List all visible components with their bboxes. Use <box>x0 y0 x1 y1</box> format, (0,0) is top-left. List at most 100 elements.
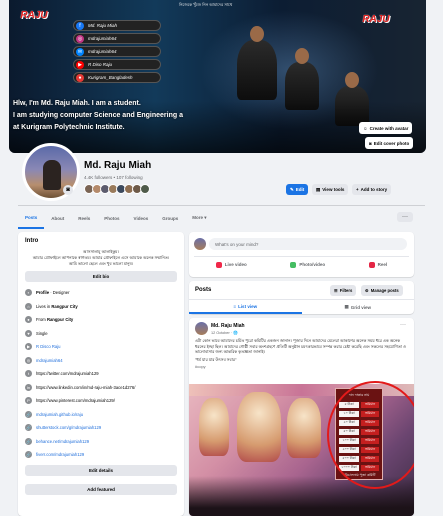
intro-detail-text: From Rangpur City <box>36 317 73 322</box>
image-idol <box>287 398 321 458</box>
grid-view-tab[interactable]: ▦ Grid view <box>302 300 415 314</box>
intro-detail-text: https://www.pinterest.com/mdrajumiah129/ <box>36 398 115 403</box>
intro-detail-item[interactable]: ◎ mdrajumiah64 <box>25 354 177 368</box>
cover-logo-right: RAJU <box>362 13 390 25</box>
add-featured-button[interactable]: Add featured <box>25 483 177 495</box>
view-tools-button[interactable]: ▤ View tools <box>312 184 349 195</box>
whats-on-your-mind-input[interactable]: What's on your mind? <box>209 238 407 250</box>
cover-social-label: R Diso Raju <box>88 62 113 67</box>
cover-social-list: f Md. Raju Miah ◎ mdrajumiah64 ✉ mdrajumiah64… <box>73 20 161 85</box>
intro-detail-prefix: mdrajumiah64 <box>36 357 63 363</box>
highlight-circle <box>327 381 414 489</box>
header-divider <box>18 205 425 206</box>
cover-tagline-line: I am studying computer Science and Engin… <box>13 112 183 119</box>
post-composer: What's on your mind? Live video Photo/vi… <box>189 232 414 277</box>
cover-social-label: Md. Raju Miah <box>88 23 118 28</box>
post-image[interactable]: দান দাতার নাম ৫ টাকা ভরিমান ১০ টাকা ভরিমান ২… <box>189 381 414 516</box>
link-icon: 🔗 <box>25 410 32 418</box>
tab-videos[interactable]: Videos <box>127 207 156 229</box>
intro-detail-prefix: R Disco Raju <box>36 344 61 350</box>
intro-detail-text: Lives in Rangpur City <box>36 304 78 309</box>
intro-detail-value: Rangpur City <box>46 317 74 323</box>
intro-detail-prefix: https://www.pinterest.com/mdrajumiah129/ <box>36 398 115 404</box>
profile-stats[interactable]: 4.4K followers • 107 following <box>84 175 143 180</box>
intro-detail-item[interactable]: 🔗 mdrajumiah.github.io/raju <box>25 408 177 422</box>
intro-detail-prefix: Single <box>36 330 48 336</box>
camera-icon[interactable]: ◙ <box>63 185 73 195</box>
reel-icon <box>368 261 375 268</box>
intro-detail-item[interactable]: ▶ R Disco Raju <box>25 340 177 354</box>
twitter-icon: t <box>25 370 32 378</box>
reel-label: Reel <box>377 262 388 267</box>
location-pin-icon: ● <box>25 316 32 324</box>
posts-header-card: Posts ☰ Filters ⚙ Manage posts ≡ List vi… <box>189 281 414 314</box>
edit-details-button[interactable]: Edit details <box>25 464 177 476</box>
post-card: Md. Raju Miah 12 October · 🌐 ··· এটা কোন… <box>189 318 414 516</box>
avatar[interactable] <box>195 322 208 335</box>
friend-avatar[interactable] <box>140 184 150 194</box>
instagram-icon: ◎ <box>25 356 32 364</box>
intro-detail-item[interactable]: 🔗 shutterstock.com/g/mdrajumiah129 <box>25 421 177 435</box>
profile-tabs: Posts About Reels Photos Videos Groups M… <box>18 207 214 229</box>
intro-details-list: ▪ Profile · Designer ⌂ Lives in Rangpur Cit… <box>25 286 177 462</box>
post-text-line: "ধর্ম যার যার উৎসব সবার" <box>195 356 237 362</box>
tab-posts[interactable]: Posts <box>18 207 45 229</box>
intro-detail-text: https://twitter.com/mdrajumiah129 <box>36 371 99 376</box>
intro-detail-text: shutterstock.com/g/mdrajumiah129 <box>36 425 101 430</box>
intro-detail-text: behance.net/mdrajumiah129 <box>36 439 89 444</box>
intro-detail-suffix: · Designer <box>49 290 70 296</box>
view-tools-label: View tools <box>322 187 345 192</box>
live-video-icon <box>215 261 222 268</box>
edit-cover-photo-button[interactable]: ◙ Edit cover photo <box>365 137 414 149</box>
intro-detail-text: fiverr.com/mdrajumiah129 <box>36 452 84 457</box>
intro-detail-prefix: https://twitter.com/mdrajumiah129 <box>36 371 99 377</box>
post-options-button[interactable]: ··· <box>400 322 406 328</box>
cover-photo[interactable]: নিজেকে খুঁজে নিন আমাদের সাথে RAJU RAJU f… <box>9 0 426 153</box>
edit-profile-button[interactable]: ✎ Edit <box>286 184 309 195</box>
intro-detail-text: mdrajumiah.github.io/raju <box>36 412 83 417</box>
heart-icon: ♥ <box>25 329 32 337</box>
tab-more[interactable]: More ▾ <box>185 207 213 229</box>
add-to-story-button[interactable]: + Add to story <box>352 184 392 195</box>
briefcase-icon: ▪ <box>25 289 32 297</box>
location-pin-icon: ● <box>76 73 84 82</box>
post-author[interactable]: Md. Raju Miah <box>211 323 245 329</box>
avatar[interactable] <box>194 238 206 250</box>
live-video-label: Live video <box>224 262 247 267</box>
manage-posts-label: Manage posts <box>370 288 399 293</box>
friend-avatars[interactable] <box>84 184 150 194</box>
tab-photos[interactable]: Photos <box>97 207 126 229</box>
intro-detail-item: t https://twitter.com/mdrajumiah129 <box>25 367 177 381</box>
edit-bio-button[interactable]: Edit bio <box>25 271 177 282</box>
view-toggle: ≡ List view ▦ Grid view <box>189 299 414 314</box>
tab-about[interactable]: About <box>44 207 71 229</box>
messenger-icon: ✉ <box>76 47 84 56</box>
tab-reels[interactable]: Reels <box>71 207 97 229</box>
intro-detail-value: Rangpur City <box>51 303 78 309</box>
intro-detail-item[interactable]: 🔗 fiverr.com/mdrajumiah129 <box>25 448 177 462</box>
live-video-button[interactable]: Live video <box>215 261 247 268</box>
photo-icon <box>290 261 297 268</box>
create-with-avatar-label: Create with avatar <box>369 125 409 131</box>
post-timestamp[interactable]: 12 October · 🌐 <box>211 330 238 335</box>
list-view-tab[interactable]: ≡ List view <box>189 300 302 314</box>
cover-social-label: mdrajumiah64 <box>88 49 117 54</box>
profile-more-button[interactable]: ··· <box>397 212 413 222</box>
camera-icon: ◙ <box>369 140 372 146</box>
intro-detail-prefix: From <box>36 317 47 323</box>
intro-detail-text: Profile · Designer <box>36 290 70 295</box>
filters-label: Filters <box>339 288 353 293</box>
intro-detail-item: ⌂ Lives in Rangpur City <box>25 300 177 314</box>
intro-detail-item[interactable]: 🔗 behance.net/mdrajumiah129 <box>25 435 177 449</box>
photo-video-button[interactable]: Photo/video <box>290 261 325 268</box>
create-with-avatar-button[interactable]: ☺ Create with avatar <box>359 122 413 134</box>
intro-detail-item: ♥ Single <box>25 327 177 341</box>
intro-detail-prefix: https://www.linkedin.com/in/md-raju-miah… <box>36 384 136 390</box>
linkedin-icon: in <box>25 383 32 391</box>
filters-button[interactable]: ☰ Filters <box>330 285 357 296</box>
manage-posts-button[interactable]: ⚙ Manage posts <box>361 285 403 296</box>
tab-groups[interactable]: Groups <box>155 207 185 229</box>
tools-icon: ▤ <box>316 186 321 192</box>
post-hashtag[interactable]: #copy <box>195 364 409 370</box>
reel-button[interactable]: Reel <box>368 261 388 268</box>
